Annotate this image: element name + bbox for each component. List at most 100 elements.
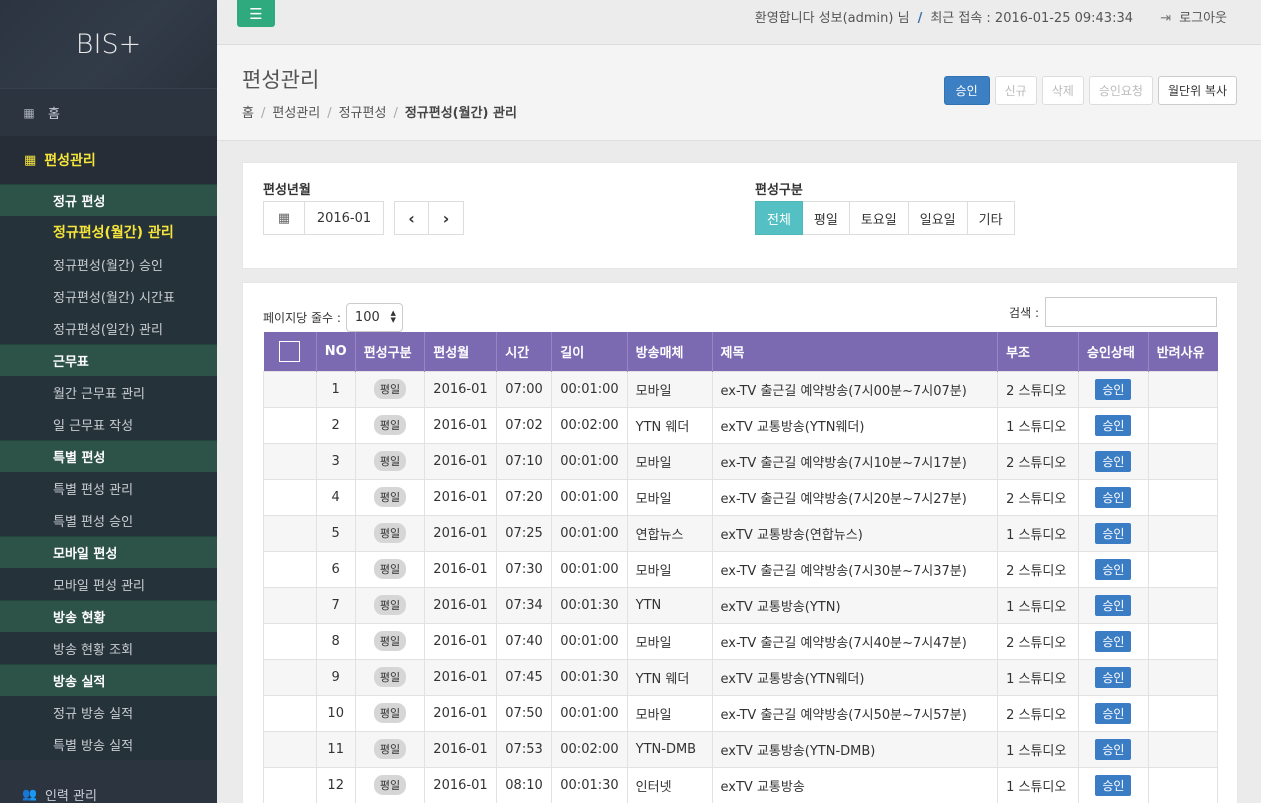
chevron-right-icon: › (442, 208, 450, 228)
table-cell: 승인 (1078, 478, 1149, 516)
nav-staff[interactable]: 👥 인력 관리 (0, 770, 217, 803)
sidebar-item[interactable]: 특별 편성 승인 (0, 504, 217, 536)
request-approval-button[interactable]: 승인요청 (1088, 76, 1153, 105)
row-select-cell[interactable] (263, 406, 317, 444)
sidebar-item[interactable]: 특별 방송 실적 (0, 728, 217, 760)
calendar-icon[interactable]: ▦ (263, 201, 304, 235)
column-header[interactable]: 승인상태 (1078, 332, 1149, 371)
breadcrumb-scheduling[interactable]: 편성관리 (272, 106, 320, 121)
table-cell (1147, 406, 1219, 444)
nav-group-scheduling[interactable]: ▦ 편성관리 (0, 136, 217, 184)
sidebar-section[interactable]: 정규 편성 (0, 184, 217, 216)
type-option[interactable]: 일요일 (908, 201, 968, 235)
column-header[interactable]: 방송매체 (627, 332, 713, 371)
sidebar-item[interactable]: 방송 현황 조회 (0, 632, 217, 664)
sidebar-item[interactable]: 특별 편성 관리 (0, 472, 217, 504)
table-cell: 00:01:00 (551, 370, 628, 408)
page-size-select[interactable]: 100 ▲ ▼ (345, 303, 403, 332)
type-option[interactable]: 평일 (802, 201, 850, 235)
row-select-cell[interactable] (263, 370, 317, 408)
sidebar-item[interactable]: 일 근무표 작성 (0, 408, 217, 440)
table-row[interactable]: 3 평일 2016-01 07:10 00:01:00 모바일 ex-TV 출근길 예약방송… (263, 442, 1219, 480)
nav-group-label: 편성관리 (44, 153, 96, 169)
app-logo[interactable]: BIS+ (0, 0, 217, 88)
table-cell: 07:45 (496, 658, 553, 696)
table-row[interactable]: 5 평일 2016-01 07:25 00:01:00 연합뉴스 exTV 교통방송(연합뉴… (263, 514, 1219, 552)
column-header[interactable]: 시간 (496, 332, 553, 371)
sidebar-section[interactable]: 근무표 (0, 344, 217, 376)
table-row[interactable]: 6 평일 2016-01 07:30 00:01:00 모바일 ex-TV 출근길 예약방송… (263, 550, 1219, 588)
prev-month-button[interactable]: ‹ (394, 201, 429, 235)
delete-button[interactable]: 삭제 (1041, 76, 1084, 105)
table-row[interactable]: 8 평일 2016-01 07:40 00:01:00 모바일 ex-TV 출근길 예약방송… (263, 622, 1219, 660)
nav-home-label: 홈 (48, 107, 60, 122)
table-row[interactable]: 11 평일 2016-01 07:53 00:02:00 YTN-DMB exTV 교통방송… (263, 730, 1219, 768)
type-option[interactable]: 기타 (967, 201, 1015, 235)
row-select-cell[interactable] (263, 586, 317, 624)
sidebar-item[interactable]: 정규 방송 실적 (0, 696, 217, 728)
column-header[interactable]: 편성월 (424, 332, 498, 371)
sidebar-item[interactable]: 정규편성(일간) 관리 (0, 312, 217, 344)
table-row[interactable]: 2 평일 2016-01 07:02 00:02:00 YTN 웨더 exTV 교통방송(Y… (263, 406, 1219, 444)
sidebar-section[interactable]: 특별 편성 (0, 440, 217, 472)
logout-link[interactable]: ⇥ 로그아웃 (1160, 7, 1227, 26)
status-badge: 승인 (1095, 774, 1132, 796)
breadcrumb-regular[interactable]: 정규편성 (339, 106, 387, 121)
type-badge: 평일 (373, 379, 407, 399)
users-icon: 👥 (22, 787, 37, 801)
row-select-cell[interactable] (263, 442, 317, 480)
page-size-label: 페이지당 줄수 : (263, 311, 341, 325)
type-option[interactable]: 전체 (755, 201, 803, 235)
table-row[interactable]: 9 평일 2016-01 07:45 00:01:30 YTN 웨더 exTV 교통방송(Y… (263, 658, 1219, 696)
select-all-checkbox[interactable] (279, 340, 301, 362)
sidebar-item[interactable]: 정규편성(월간) 관리 (0, 216, 217, 248)
menu-toggle-button[interactable]: ☰ (237, 0, 275, 27)
row-select-cell[interactable] (263, 766, 317, 803)
table-cell: 5 (315, 514, 356, 552)
sidebar-item[interactable]: 월간 근무표 관리 (0, 376, 217, 408)
table-row[interactable]: 12 평일 2016-01 08:10 00:01:30 인터넷 exTV 교통방송 1 스튜… (263, 766, 1219, 803)
row-select-cell[interactable] (263, 694, 317, 732)
row-select-cell[interactable] (263, 622, 317, 660)
new-button[interactable]: 신규 (994, 76, 1037, 105)
column-header[interactable]: 제목 (712, 332, 999, 371)
filter-panel: 편성년월 ▦ 2016-01 ‹ › 편성구분 전체 평일 토요일 일요일 기타 (242, 162, 1238, 269)
table-cell: 00:01:30 (551, 766, 628, 803)
sidebar-item[interactable]: 정규편성(월간) 시간표 (0, 280, 217, 312)
search-input[interactable] (1045, 297, 1217, 327)
sidebar-section[interactable]: 방송 실적 (0, 664, 217, 696)
table-cell: 모바일 (626, 478, 713, 516)
column-header[interactable]: 부조 (997, 332, 1080, 371)
table-cell: 1 스튜디오 (997, 586, 1080, 624)
breadcrumb-home[interactable]: 홈 (242, 106, 254, 121)
table-row[interactable]: 7 평일 2016-01 07:34 00:01:30 YTN exTV 교통방송(YTN)… (263, 586, 1219, 624)
row-select-cell[interactable] (263, 550, 317, 588)
nav-home[interactable]: ▦ 홈 (0, 88, 217, 136)
status-badge: 승인 (1095, 738, 1132, 760)
column-header[interactable]: 길이 (551, 332, 628, 371)
month-value[interactable]: 2016-01 (304, 201, 384, 235)
column-header[interactable]: 반려사유 (1148, 332, 1218, 371)
table-cell: 2016-01 (424, 478, 498, 516)
sidebar-item[interactable]: 정규편성(월간) 승인 (0, 248, 217, 280)
column-header[interactable]: NO (316, 332, 356, 371)
column-header[interactable]: 편성구분 (355, 332, 426, 371)
table-row[interactable]: 4 평일 2016-01 07:20 00:01:00 모바일 ex-TV 출근길 예약방송… (263, 478, 1219, 516)
approve-button[interactable]: 승인 (943, 76, 990, 105)
row-select-cell[interactable] (263, 478, 317, 516)
signout-icon: ⇥ (1160, 11, 1172, 26)
next-month-button[interactable]: › (429, 201, 464, 235)
type-option[interactable]: 토요일 (849, 201, 909, 235)
table-row[interactable]: 1 평일 2016-01 07:00 00:01:00 모바일 ex-TV 출근길 예약방송… (263, 370, 1219, 408)
calendar-icon: ▦ (24, 152, 37, 168)
monthly-copy-button[interactable]: 월단위 복사 (1157, 76, 1237, 105)
row-select-cell[interactable] (263, 514, 317, 552)
month-picker[interactable]: ▦ 2016-01 (263, 201, 384, 235)
sidebar-section[interactable]: 방송 현황 (0, 600, 217, 632)
logout-label: 로그아웃 (1179, 11, 1227, 26)
row-select-cell[interactable] (263, 658, 317, 696)
table-row[interactable]: 10 평일 2016-01 07:50 00:01:00 모바일 ex-TV 출근길 예약방… (263, 694, 1219, 732)
sidebar-item[interactable]: 모바일 편성 관리 (0, 568, 217, 600)
row-select-cell[interactable] (263, 730, 317, 768)
sidebar-section[interactable]: 모바일 편성 (0, 536, 217, 568)
